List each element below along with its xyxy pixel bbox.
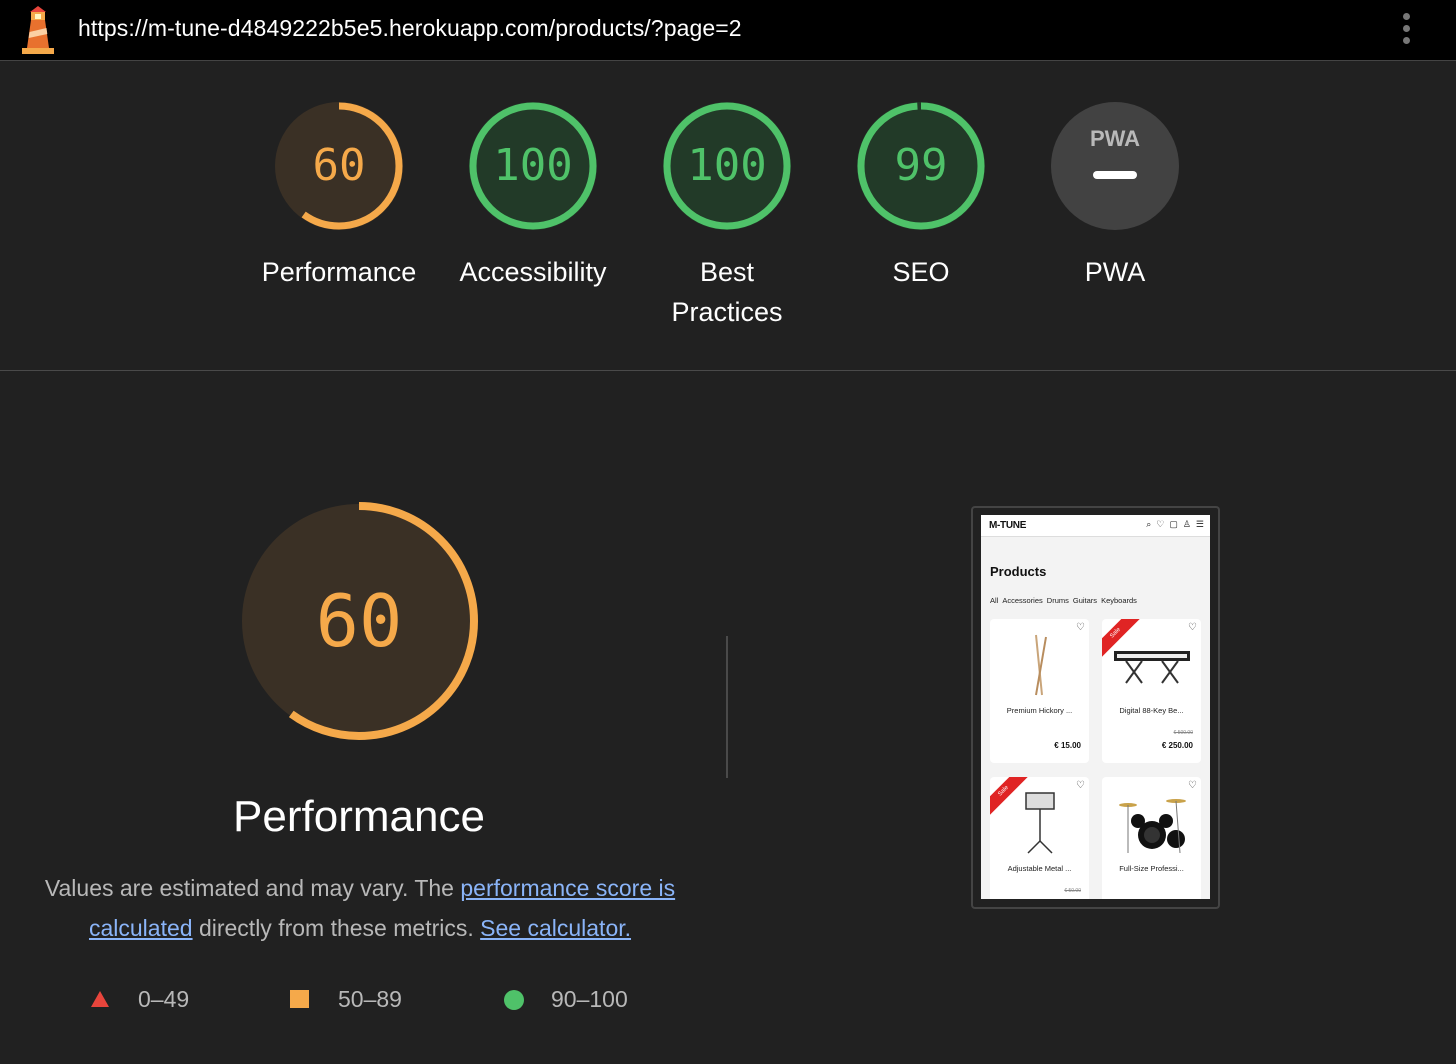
square-icon	[290, 990, 309, 1008]
product-card: Sale ♡ Digital 88-Key Be... € 500.00 € 2…	[1102, 619, 1201, 763]
gauge-ring: 100	[467, 100, 599, 232]
gauge-ring: PWA	[1049, 100, 1181, 232]
search-icon: ⌕	[1146, 519, 1152, 529]
heart-icon: ♡	[1188, 622, 1197, 633]
product-name: Full-Size Professi...	[1119, 864, 1184, 873]
heart-icon: ♡	[1076, 622, 1085, 633]
drum-kit-image	[1119, 799, 1186, 854]
score-legend: 0–49 50–89 90–100	[0, 984, 700, 1014]
thumb-header: M-TUNE ⌕ ♡ ▢ ♙ ☰	[981, 515, 1210, 537]
gauge-score: 99	[894, 140, 948, 191]
gauge-accessibility[interactable]: 100 Accessibility	[443, 100, 623, 292]
product-card: ♡ Full-Size Professi...	[1102, 777, 1201, 899]
heart-icon: ♡	[1076, 780, 1085, 791]
menu-icon: ☰	[1195, 519, 1204, 529]
thumb-category: Guitars	[1072, 596, 1098, 605]
gauge-label: Accessibility	[459, 257, 607, 287]
pwa-dash	[1093, 171, 1137, 179]
gauge-label: PWA	[1084, 257, 1146, 287]
report-url: https://m-tune-d4849222b5e5.herokuapp.co…	[78, 15, 742, 41]
thumb-categories: All Accessories Drums Guitars Keyboards	[990, 596, 1141, 605]
circle-icon	[504, 990, 524, 1010]
page-screenshot[interactable]: M-TUNE ⌕ ♡ ▢ ♙ ☰ Products All Accessories Drum…	[981, 515, 1210, 899]
thumb-title: Products	[990, 564, 1047, 579]
thumb-category: Keyboards	[1101, 596, 1137, 605]
gauge-score: 100	[687, 140, 767, 191]
thumb-header-icons: ⌕ ♡ ▢ ♙ ☰	[1141, 519, 1204, 530]
gauge-best-practices[interactable]: 100 Best Practices	[637, 100, 817, 332]
keyboard-image	[1114, 651, 1190, 684]
product-name: Adjustable Metal ...	[1007, 864, 1072, 873]
pwa-badge-text: PWA	[1090, 126, 1140, 151]
gauge-label: Performance	[261, 257, 417, 287]
description-text: Values are estimated and may vary. The	[44, 875, 461, 901]
product-old-price: € 50.00	[1064, 888, 1081, 894]
drumsticks-image	[1035, 634, 1047, 696]
product-card: ♡ Premium Hickory ... € 15.00	[990, 619, 1089, 763]
bag-icon: ▢	[1169, 519, 1178, 529]
legend-range: 50–89	[338, 986, 402, 1012]
product-card: Sale ♡ Adjustable Metal ... € 50.00	[990, 777, 1089, 899]
see-calculator-link[interactable]: See calculator.	[480, 915, 631, 941]
thumb-category: Accessories	[1002, 596, 1043, 605]
top-bar: https://m-tune-d4849222b5e5.herokuapp.co…	[0, 0, 1456, 61]
lighthouse-logo-icon	[22, 6, 54, 54]
product-name: Digital 88-Key Be...	[1119, 706, 1184, 715]
product-price: € 250.00	[1161, 741, 1193, 750]
product-name: Premium Hickory ...	[1006, 706, 1073, 715]
heart-icon: ♡	[1156, 519, 1165, 529]
performance-description: Values are estimated and may vary. The p…	[30, 868, 690, 948]
gauge-ring: 100	[661, 100, 793, 232]
performance-main-title: Performance	[233, 792, 485, 841]
gauge-seo[interactable]: 99 SEO	[831, 100, 1011, 292]
performance-main-gauge: 60	[238, 500, 480, 742]
heart-icon: ♡	[1188, 780, 1197, 791]
legend-range: 0–49	[138, 986, 190, 1012]
triangle-icon	[91, 991, 109, 1007]
legend-range: 90–100	[551, 986, 628, 1012]
product-old-price: € 500.00	[1173, 730, 1193, 736]
gauge-label: SEO	[892, 257, 950, 287]
music-stand-image	[1025, 792, 1055, 854]
gauge-ring: 99	[855, 100, 987, 232]
section-divider	[0, 370, 1456, 371]
gauge-pwa[interactable]: PWA PWA	[1025, 100, 1205, 292]
product-price: € 15.00	[1054, 741, 1081, 750]
gauge-label: Best Practices	[671, 257, 783, 327]
performance-main-score: 60	[315, 579, 403, 663]
thumb-logo: M-TUNE	[989, 520, 1027, 531]
gauge-ring: 60	[273, 100, 405, 232]
thumb-category: All	[990, 596, 999, 605]
gauge-score: 100	[493, 140, 573, 191]
user-icon: ♙	[1182, 519, 1191, 529]
vertical-divider	[726, 636, 728, 778]
gauge-performance[interactable]: 60 Performance	[249, 100, 429, 292]
gauge-score: 60	[312, 140, 366, 191]
more-options-icon[interactable]	[1396, 10, 1416, 50]
description-text: directly from these metrics.	[192, 915, 481, 941]
thumb-category: Drums	[1046, 596, 1069, 605]
